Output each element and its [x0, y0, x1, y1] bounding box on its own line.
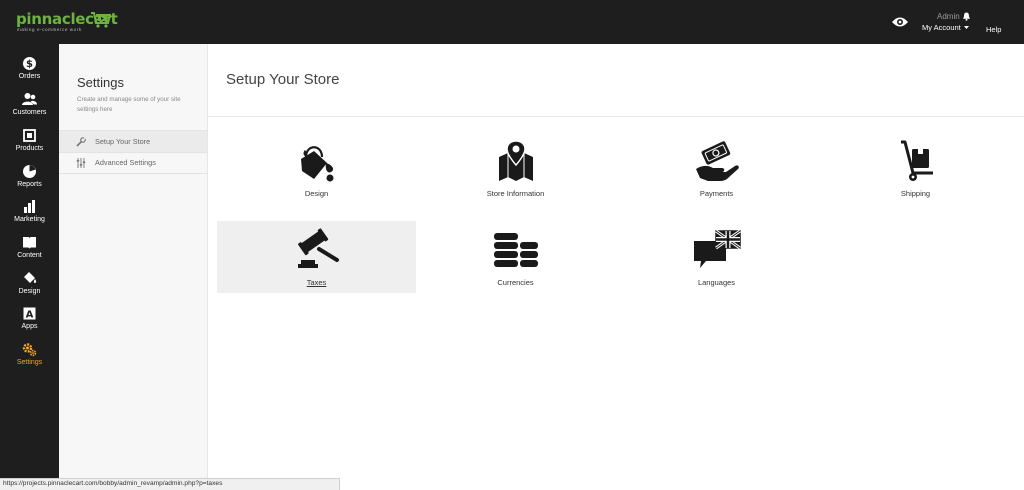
nav-label: Customers	[12, 109, 47, 116]
gavel-icon	[298, 228, 339, 268]
speech-flag-icon	[694, 229, 741, 268]
nav-item-design[interactable]: Design	[0, 271, 59, 305]
tile-design[interactable]: Design	[217, 133, 416, 205]
nav-label: Marketing	[14, 216, 45, 223]
divider	[208, 116, 1024, 117]
nav-item-reports[interactable]: Reports	[0, 164, 59, 198]
apps-icon: A	[23, 307, 36, 321]
page-title: Setup Your Store	[226, 71, 340, 88]
tile-store-information[interactable]: Store Information	[416, 133, 615, 205]
status-url: https://projects.pinnaclecart.com/bobby/…	[3, 480, 223, 487]
settings-panel: Settings Create and manage some of your …	[59, 44, 208, 490]
nav-item-marketing[interactable]: Marketing	[0, 199, 59, 233]
tile-label: Currencies	[497, 278, 534, 287]
nav-item-orders[interactable]: $ Orders	[0, 56, 59, 90]
panel-description: Create and manage some of your site sett…	[77, 96, 181, 113]
cart-icon	[91, 12, 111, 28]
tile-label: Payments	[699, 189, 734, 198]
chevron-down-icon[interactable]	[964, 26, 969, 29]
svg-text:A: A	[26, 310, 34, 321]
tile-languages[interactable]: Languages	[617, 221, 816, 293]
tile-label: Shipping	[900, 189, 931, 198]
nav-label: Design	[18, 288, 41, 295]
tile-currencies[interactable]: Currencies	[416, 221, 615, 293]
divider	[59, 173, 207, 174]
hand-truck-icon	[901, 140, 933, 181]
bar-chart-icon	[24, 200, 35, 213]
panel-title: Settings	[77, 75, 124, 90]
nav-item-apps[interactable]: A Apps	[0, 306, 59, 340]
eye-icon[interactable]	[891, 16, 909, 28]
map-pin-icon	[499, 140, 533, 181]
logo[interactable]: pinnaclecart making e-commerce work	[16, 11, 118, 35]
browser-status-bar: https://projects.pinnaclecart.com/bobby/…	[0, 478, 340, 490]
nav-item-products[interactable]: Products	[0, 128, 59, 162]
help-link[interactable]: Help	[986, 25, 1001, 34]
tile-label: Design	[304, 189, 329, 198]
settings-menu-label: Setup Your Store	[95, 137, 151, 146]
tile-taxes[interactable]: Taxes	[217, 221, 416, 293]
svg-text:$: $	[26, 59, 33, 70]
my-account-menu[interactable]: My Account	[922, 23, 961, 32]
paint-bucket-icon	[301, 146, 334, 182]
coin-stacks-icon	[494, 233, 538, 267]
nav-label: Apps	[21, 323, 38, 330]
nav-label: Content	[17, 252, 42, 259]
nav-label: Reports	[17, 181, 42, 188]
main-nav-rail: $ Orders Customers Products Reports Mark…	[0, 44, 59, 490]
top-bar: pinnaclecart making e-commerce work Admi…	[0, 0, 1024, 44]
products-icon	[23, 129, 36, 142]
nav-label: Orders	[18, 73, 41, 80]
paint-bucket-icon	[24, 272, 37, 283]
settings-menu-setup-store[interactable]: Setup Your Store	[59, 131, 207, 152]
tile-label: Taxes	[306, 278, 327, 287]
nav-item-content[interactable]: Content	[0, 235, 59, 269]
nav-label: Products	[15, 145, 44, 152]
nav-item-settings[interactable]: Settings	[0, 342, 59, 376]
tile-shipping[interactable]: Shipping	[816, 133, 1015, 205]
bell-icon[interactable]	[962, 12, 971, 21]
user-name: Admin	[937, 12, 960, 21]
tile-label: Languages	[697, 278, 736, 287]
users-icon	[22, 93, 37, 105]
settings-menu-advanced[interactable]: Advanced Settings	[59, 152, 207, 173]
dollar-icon: $	[23, 57, 36, 70]
logo-tagline: making e-commerce work	[17, 27, 82, 32]
gears-icon	[22, 343, 37, 357]
nav-item-customers[interactable]: Customers	[0, 92, 59, 126]
tile-label: Store Information	[486, 189, 545, 198]
sliders-icon	[76, 158, 86, 168]
wrench-icon	[76, 137, 86, 147]
nav-label: Settings	[16, 359, 43, 366]
tile-payments[interactable]: Payments	[617, 133, 816, 205]
pie-chart-icon	[23, 165, 36, 178]
book-icon	[23, 237, 36, 249]
money-hand-icon	[696, 141, 739, 181]
settings-menu-label: Advanced Settings	[95, 158, 156, 167]
